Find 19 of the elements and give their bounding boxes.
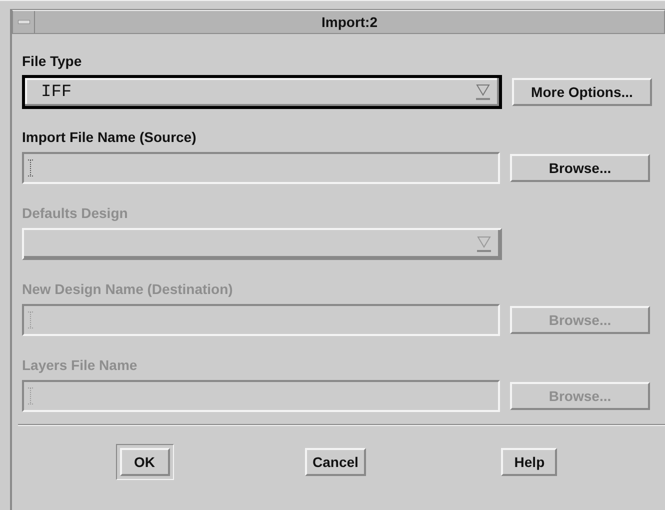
field-label: Defaults Design	[22, 204, 129, 223]
dropdown[interactable]: IFF	[22, 75, 502, 109]
side-button[interactable]: Browse...	[510, 154, 650, 182]
minus-icon	[18, 20, 30, 24]
text-cursor-icon	[28, 387, 33, 405]
input-field[interactable]	[22, 152, 500, 184]
text-cursor-icon	[28, 159, 33, 177]
field-label: File Type	[22, 52, 83, 71]
dropdown-arrow-icon[interactable]	[475, 83, 491, 101]
text-cursor-icon	[28, 311, 33, 329]
dialog-button[interactable]: Cancel	[304, 448, 366, 476]
field-label: New Design Name (Destination)	[22, 280, 234, 299]
dropdown-value: IFF	[41, 82, 72, 102]
side-button[interactable]: More Options...	[512, 78, 652, 106]
window-title: Import:2	[320, 14, 378, 30]
dialog-button[interactable]: Help	[501, 448, 558, 476]
field-label: Layers File Name	[22, 356, 138, 375]
dialog-button[interactable]: OK	[120, 448, 170, 476]
field-label: Import File Name (Source)	[22, 128, 198, 147]
